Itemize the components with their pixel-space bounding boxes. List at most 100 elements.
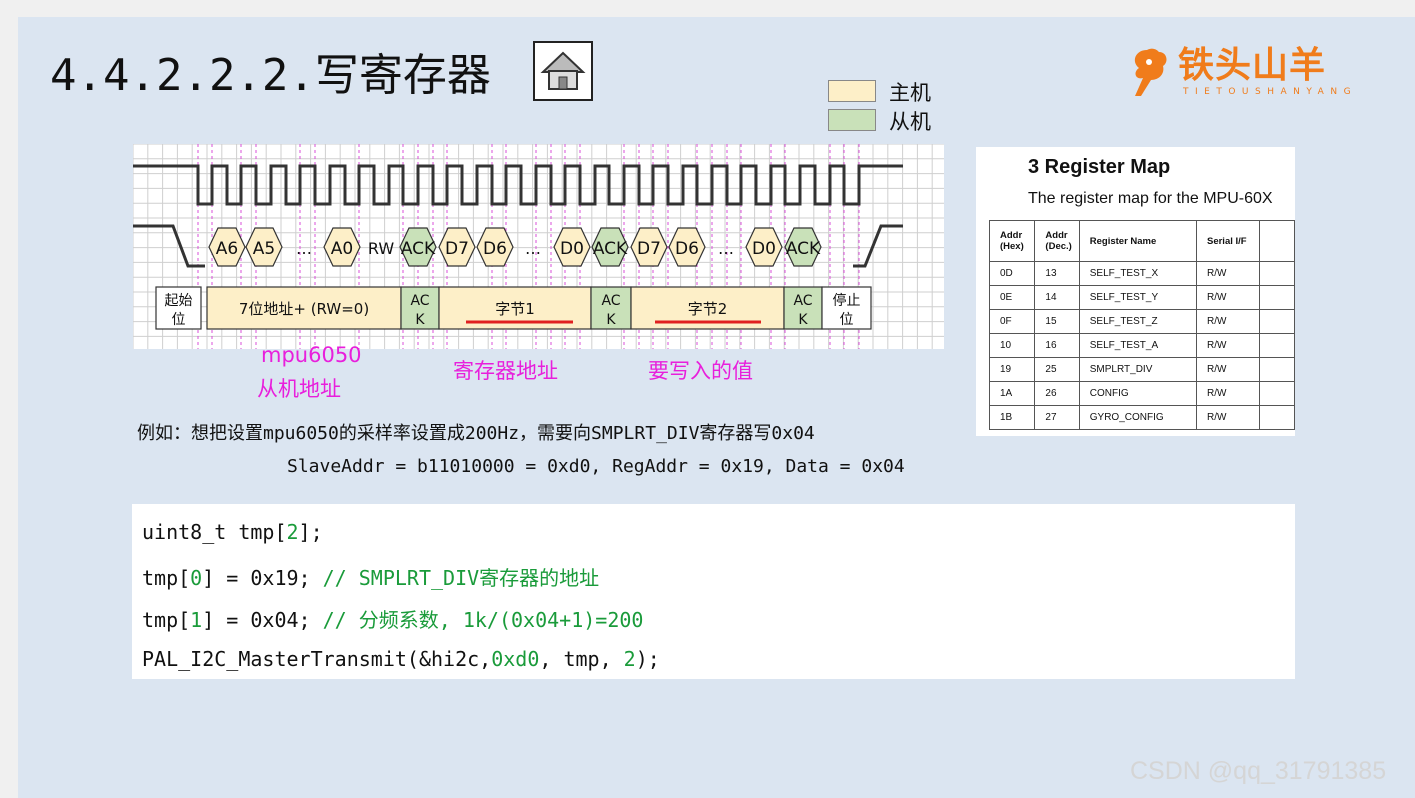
frame-segment-label: 位 (172, 312, 186, 328)
table-cell: 19 (988, 357, 1036, 382)
code-line: tmp[1] = 0x04; // 分频系数, 1k/(0x04+1)=200 (142, 608, 644, 632)
page-title: 4.4.2.2.2.写寄存器 (50, 50, 491, 101)
frame-segment-label: 起始 (165, 293, 193, 309)
column-header: Addr (Dec.) (1034, 220, 1080, 262)
table-row: 1B 27 GYRO_CONFIG R/W (988, 405, 1295, 430)
table-row: 10 16 SELF_TEST_A R/W (988, 333, 1295, 358)
table-cell: 0F (988, 309, 1036, 334)
example-text: 例如：想把设置mpu6050的采样率设置成200Hz，需要向SMPLRT_DIV… (137, 423, 815, 444)
frame-segment-label: 7位地址+ (RW=0) (239, 300, 369, 318)
code-line: uint8_t tmp[2]; (142, 520, 323, 544)
table-cell: SMPLRT_DIV (1078, 357, 1197, 382)
sda-symbol-label: … (525, 239, 541, 258)
annotation-register-address: 寄存器地址 (453, 359, 558, 383)
register-table: Addr (Hex) Addr (Dec.) Register Name Ser… (988, 220, 1295, 430)
sda-symbol-label: D7 (445, 239, 469, 259)
sda-symbol-label: A6 (216, 239, 238, 259)
register-map-heading: 3 Register Map (1028, 156, 1171, 178)
table-cell (1258, 309, 1295, 334)
table-cell: 10 (988, 333, 1036, 358)
code-line: tmp[0] = 0x19; // SMPLRT_DIV寄存器的地址 (142, 566, 600, 590)
table-cell: 0D (988, 261, 1036, 286)
table-row: 0D 13 SELF_TEST_X R/W (988, 261, 1295, 286)
table-cell: SELF_TEST_X (1078, 261, 1197, 286)
logo-text: 铁头山羊 (1178, 45, 1327, 86)
table-cell (1258, 381, 1295, 406)
table-cell (1258, 357, 1295, 382)
sda-symbol-label: D7 (637, 239, 661, 259)
table-header-row: Addr (Hex) Addr (Dec.) Register Name Ser… (988, 220, 1295, 262)
annotation-slave-addr-line2: 从机地址 (257, 377, 341, 401)
frame-segment-label: 字节1 (495, 300, 535, 318)
table-cell: SELF_TEST_A (1078, 333, 1197, 358)
table-cell: R/W (1195, 309, 1260, 334)
table-cell (1258, 333, 1295, 358)
logo-subtext: TIETOUSHANYANG (1183, 87, 1358, 97)
frame-segment-label: 位 (840, 312, 854, 328)
table-cell: 26 (1034, 381, 1080, 406)
home-icon (540, 51, 586, 90)
table-cell: SELF_TEST_Y (1078, 285, 1197, 310)
table-cell: GYRO_CONFIG (1078, 405, 1197, 430)
table-cell: SELF_TEST_Z (1078, 309, 1197, 334)
column-header: Register Name (1078, 220, 1197, 262)
table-cell (1258, 285, 1295, 310)
frame-segment-label: K (606, 312, 616, 328)
sda-symbol-label: … (718, 239, 734, 258)
table-cell (1258, 261, 1295, 286)
frame-segment-label: AC (793, 293, 812, 309)
sda-symbol-label: A0 (331, 239, 353, 259)
sda-symbol-label: D6 (675, 239, 699, 259)
home-button[interactable] (533, 41, 593, 101)
table-cell: 0E (988, 285, 1036, 310)
frame-segment-label: 字节2 (688, 300, 728, 318)
sda-symbol-label: ACK (401, 239, 436, 259)
goat-logo-icon (1134, 48, 1167, 96)
table-cell: 14 (1034, 285, 1080, 310)
logo: 铁头山羊 TIETOUSHANYANG (1125, 44, 1365, 100)
i2c-timing-diagram: A6 A5… A0 RW ACK D7 D6… D0 ACK D7 D6… D0 ACK 起始位 7位地址… (132, 143, 944, 349)
table-cell: 25 (1034, 357, 1080, 382)
table-cell (1258, 405, 1295, 430)
column-header (1258, 220, 1295, 262)
table-cell: 27 (1034, 405, 1080, 430)
table-cell: R/W (1195, 405, 1260, 430)
sda-symbol-label: ACK (786, 239, 821, 259)
legend-master-swatch (828, 80, 876, 102)
sda-symbol-label: D6 (483, 239, 507, 259)
sda-symbol-label: A5 (253, 239, 275, 259)
table-cell: R/W (1195, 381, 1260, 406)
frame-segment-label: K (798, 312, 808, 328)
legend-slave-swatch (828, 109, 876, 131)
table-cell: R/W (1195, 333, 1260, 358)
table-cell: 1A (988, 381, 1036, 406)
legend-slave-label: 从机 (889, 110, 931, 134)
table-cell: 16 (1034, 333, 1080, 358)
table-cell: 13 (1034, 261, 1080, 286)
column-header: Addr (Hex) (988, 220, 1036, 262)
table-row: 0F 15 SELF_TEST_Z R/W (988, 309, 1295, 334)
register-map-subtitle: The register map for the MPU-60X (1028, 190, 1273, 207)
table-row: 1A 26 CONFIG R/W (988, 381, 1295, 406)
table-cell: 1B (988, 405, 1036, 430)
table-cell: R/W (1195, 261, 1260, 286)
legend-master-label: 主机 (889, 81, 931, 105)
frame-segment-label: AC (410, 293, 429, 309)
table-row: 19 25 SMPLRT_DIV R/W (988, 357, 1295, 382)
sda-symbol-label: … (296, 239, 312, 258)
frame-segment-label: K (415, 312, 425, 328)
table-cell: 15 (1034, 309, 1080, 334)
code-line: PAL_I2C_MasterTransmit(&hi2c,0xd0, tmp, … (142, 647, 660, 671)
sda-symbol-label: ACK (593, 239, 628, 259)
register-map-excerpt: 3 Register Map The register map for the … (976, 147, 1295, 436)
sda-symbol-label: D0 (752, 239, 776, 259)
annotation-slave-addr-line1: mpu6050 (261, 343, 362, 367)
table-cell: R/W (1195, 357, 1260, 382)
sda-symbol-label: D0 (560, 239, 584, 259)
code-block: uint8_t tmp[2]; tmp[0] = 0x19; // SMPLRT… (132, 504, 1295, 679)
table-cell: R/W (1195, 285, 1260, 310)
watermark: CSDN @qq_31791385 (1130, 757, 1387, 785)
column-header: Serial I/F (1195, 220, 1260, 262)
frame-segment-label: AC (601, 293, 620, 309)
sda-symbol-label: RW (368, 239, 394, 258)
